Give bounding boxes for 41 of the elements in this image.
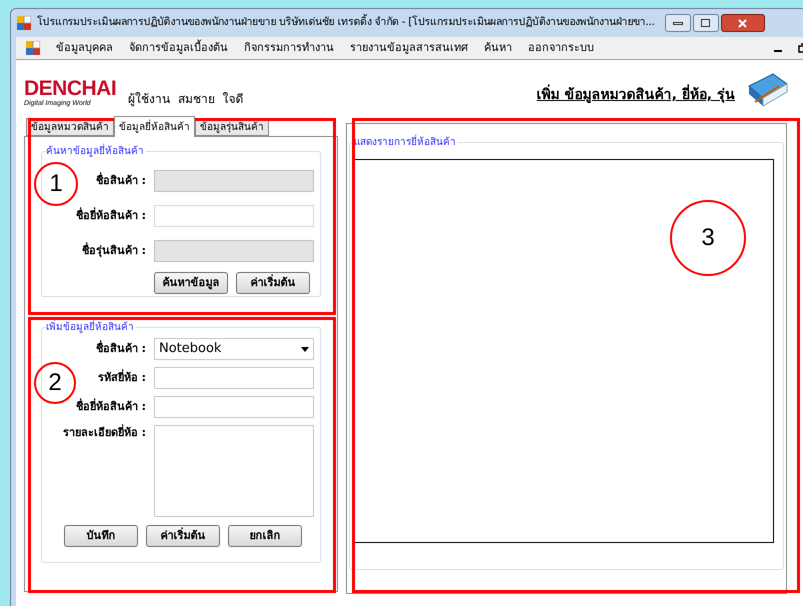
annotation-marker: 2 xyxy=(34,362,76,404)
menu-item[interactable]: จัดการข้อมูลเบื้องต้น xyxy=(129,40,228,56)
app-icon xyxy=(17,16,31,30)
field-label: ชื่อรุ่นสินค้า : xyxy=(82,242,146,260)
text-area[interactable] xyxy=(154,425,314,517)
logo-name: DENCHAI xyxy=(24,79,116,99)
field-label: ชื่อยี่ห้อสินค้า : xyxy=(76,398,146,415)
form-button[interactable]: ค่าเริ่มต้น xyxy=(146,525,220,547)
window-title: โปรแกรมประเมินผลการปฏิบัติงานของพนักงานฝ่ายขาย บริษัทเด่นชัย เทรดดิ้ง จำกัด - [โปรแกรมประเมินผลการปฏิบัติงานของพนักงานฝ่ายขา... xyxy=(37,15,654,30)
dropdown-field[interactable]: Notebook xyxy=(154,338,314,360)
page-title: เพิ่ม ข้อมูลหมวดสินค้า, ยี่ห้อ, รุ่น xyxy=(536,85,735,106)
field-label: ชื่อสินค้า : xyxy=(96,172,146,189)
input-field[interactable] xyxy=(154,205,314,227)
input-field[interactable] xyxy=(154,367,314,389)
menu-item[interactable]: ออกจากระบบ xyxy=(528,40,594,56)
field-label: รายละเอียดยี่ห้อ : xyxy=(62,425,146,441)
field-label: รหัสยี่ห้อ : xyxy=(98,370,146,386)
menu-item[interactable]: รายงานข้อมูลสารสนเทศ xyxy=(350,40,468,56)
group-title: ค้นหาข้อมูลยี่ห้อสินค้า xyxy=(46,144,146,159)
form-button[interactable]: บันทึก xyxy=(64,525,138,547)
close-button[interactable] xyxy=(720,14,764,32)
group-title: เพิ่มข้อมูลยี่ห้อสินค้า xyxy=(46,320,136,335)
annotation-marker: 1 xyxy=(34,162,78,206)
input-field[interactable] xyxy=(154,396,314,418)
menu-item[interactable]: ค้นหา xyxy=(484,40,512,56)
dropdown-caret-icon xyxy=(301,346,309,352)
annotation-marker: 3 xyxy=(670,200,746,276)
field-label: ชื่อสินค้า : xyxy=(96,340,146,357)
menu-item[interactable]: กิจกรรมการทำงาน xyxy=(244,40,334,56)
form-button[interactable]: ค้นหาข้อมูล xyxy=(154,272,228,294)
mdi-minimize-icon[interactable] xyxy=(774,50,782,52)
form-button[interactable]: ค่าเริ่มต้น xyxy=(236,272,310,294)
field-label: ชื่อยี่ห้อสินค้า : xyxy=(76,208,146,224)
maximize-button[interactable] xyxy=(692,14,718,32)
tab[interactable]: ข้อมูลยี่ห้อสินค้า xyxy=(114,116,195,137)
menu-item[interactable]: ข้อมูลบุคคล xyxy=(56,40,113,56)
minimize-button[interactable] xyxy=(664,14,690,32)
app-icon xyxy=(26,41,40,55)
close-icon xyxy=(738,18,747,28)
form-button[interactable]: ยกเลิก xyxy=(228,525,302,547)
user-label: ผู้ใช้งาน สมชาย ใจดี xyxy=(128,91,244,108)
